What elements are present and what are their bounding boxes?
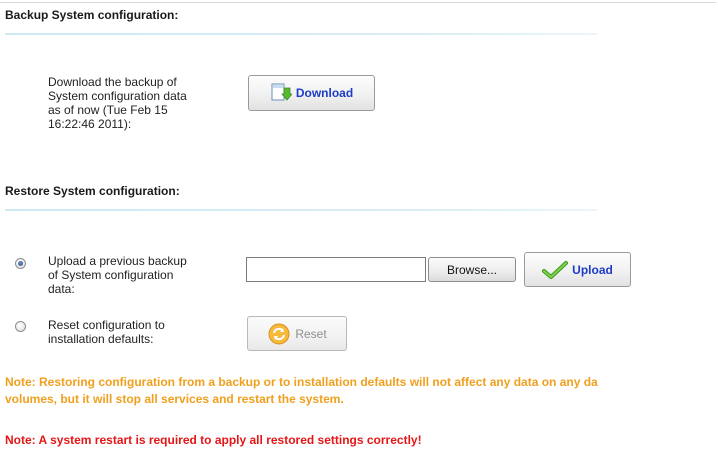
backup-description-line: Download the backup of bbox=[48, 75, 177, 89]
reset-button[interactable]: Reset bbox=[247, 316, 347, 351]
restore-warning-note-line2: volumes, but it will stop all services a… bbox=[5, 392, 344, 406]
reset-button-label: Reset bbox=[295, 326, 327, 341]
restart-required-note: Note: A system restart is required to ap… bbox=[5, 433, 422, 447]
backup-description-line: System configuration data bbox=[48, 89, 187, 103]
backup-description-line: as of now (Tue Feb 15 bbox=[48, 103, 168, 117]
upload-button[interactable]: Upload bbox=[524, 252, 631, 287]
backup-description: Download the backup of System configurat… bbox=[48, 75, 187, 131]
upload-backup-radio[interactable] bbox=[15, 258, 26, 269]
reset-defaults-label: Reset configuration to installation defa… bbox=[48, 318, 165, 346]
backup-file-input[interactable] bbox=[246, 257, 426, 282]
reset-label-line: installation defaults: bbox=[48, 332, 154, 346]
checkmark-icon bbox=[542, 260, 569, 280]
reset-label-line: Reset configuration to bbox=[48, 318, 165, 332]
download-button[interactable]: Download bbox=[248, 75, 375, 111]
reset-defaults-radio[interactable] bbox=[15, 321, 26, 332]
backup-description-line: 16:22:46 2011): bbox=[48, 117, 132, 131]
browse-button[interactable]: Browse... bbox=[428, 257, 516, 282]
backup-section-divider bbox=[5, 33, 597, 35]
upload-label-line: of System configuration bbox=[48, 268, 174, 282]
upload-label-line: data: bbox=[48, 282, 75, 296]
restore-section-title: Restore System configuration: bbox=[5, 184, 180, 198]
backup-section-title: Backup System configuration: bbox=[5, 8, 179, 22]
restore-warning-note-line1: Note: Restoring configuration from a bac… bbox=[5, 375, 598, 389]
upload-button-label: Upload bbox=[572, 262, 613, 277]
top-border bbox=[0, 2, 716, 3]
backup-restore-page: Backup System configuration: Download th… bbox=[0, 0, 718, 454]
restore-section-divider bbox=[5, 209, 597, 211]
download-button-label: Download bbox=[295, 86, 354, 100]
download-icon bbox=[270, 82, 292, 104]
upload-label-line: Upload a previous backup bbox=[48, 254, 187, 268]
upload-backup-label: Upload a previous backup of System confi… bbox=[48, 254, 187, 296]
refresh-icon bbox=[267, 322, 291, 346]
